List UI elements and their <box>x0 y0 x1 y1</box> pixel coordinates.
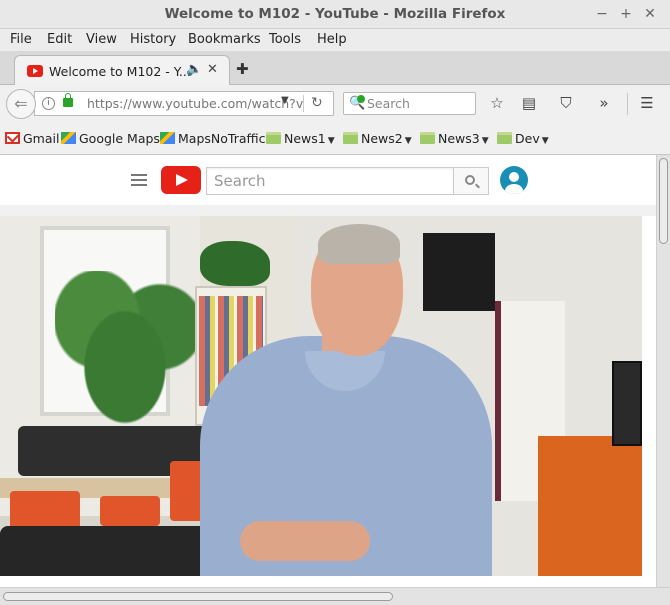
bookmark-label: Gmail <box>23 131 60 146</box>
folder-icon <box>497 132 512 144</box>
reload-icon[interactable]: ↻ <box>311 95 323 111</box>
bookmark-folder-news2[interactable]: News2 ▼ <box>343 131 412 146</box>
bookmark-label: Google Maps <box>79 131 160 146</box>
video-scene-foreground-sofa <box>0 526 210 576</box>
maximize-button[interactable]: + <box>617 5 635 23</box>
bookmark-label: Dev <box>515 131 540 146</box>
menu-bar: File Edit View History Bookmarks Tools H… <box>0 29 670 51</box>
new-tab-button[interactable]: ✚ <box>236 60 249 78</box>
page-content: Search <box>0 155 656 587</box>
pocket-icon[interactable]: ⛉ <box>556 94 576 112</box>
gmail-icon <box>5 132 20 144</box>
search-engine-icon: 🔍 <box>349 95 366 111</box>
tab-close-button[interactable]: ✕ <box>207 62 218 77</box>
video-scene-chair <box>100 496 160 526</box>
hamburger-menu-icon[interactable]: ☰ <box>637 94 657 112</box>
window-titlebar: Welcome to M102 - YouTube - Mozilla Fire… <box>0 0 670 29</box>
url-text[interactable]: https://www.youtube.com/watch?v <box>87 96 303 111</box>
back-button[interactable]: ⇐ <box>6 89 36 119</box>
video-scene-plant <box>55 271 195 431</box>
speaker-icon[interactable]: 🔈 <box>186 62 202 77</box>
bookmark-label: News3 <box>438 131 480 146</box>
bookmark-label: MapsNoTraffic <box>178 131 266 146</box>
video-scene-tv <box>423 233 495 311</box>
back-icon: ⇐ <box>14 94 28 113</box>
bookmark-gmail[interactable]: Gmail <box>5 131 59 146</box>
folder-icon <box>420 132 435 144</box>
youtube-search-button[interactable] <box>453 167 489 195</box>
reading-list-icon[interactable]: ▤ <box>519 94 539 112</box>
browser-search-input[interactable]: 🔍 Search <box>343 92 476 115</box>
youtube-logo-icon[interactable] <box>161 166 201 194</box>
chevron-down-icon: ▼ <box>327 136 335 146</box>
account-avatar-icon[interactable] <box>500 166 528 194</box>
url-bar[interactable]: i https://www.youtube.com/watch?v ▼ ↻ <box>34 91 334 116</box>
menu-edit[interactable]: Edit <box>47 32 72 47</box>
nav-bar: i https://www.youtube.com/watch?v ▼ ↻ ⇐ … <box>0 85 670 123</box>
menu-view[interactable]: View <box>86 32 117 47</box>
header-divider <box>0 205 656 216</box>
chevron-down-icon: ▼ <box>404 136 412 146</box>
youtube-favicon-icon <box>27 65 43 77</box>
menu-help[interactable]: Help <box>317 32 347 47</box>
maps-icon <box>160 132 175 144</box>
tab-youtube[interactable]: Welcome to M102 - Y... 🔈 ✕ <box>14 55 230 86</box>
video-scene-chair <box>10 491 80 531</box>
search-icon <box>465 175 475 185</box>
tab-title: Welcome to M102 - Y... <box>49 64 191 79</box>
bookmark-label: News1 <box>284 131 326 146</box>
bookmark-star-icon[interactable]: ☆ <box>487 94 507 112</box>
chevron-down-icon: ▼ <box>481 136 489 146</box>
maps-icon <box>61 132 76 144</box>
bookmark-folder-news3[interactable]: News3 ▼ <box>420 131 489 146</box>
bookmarks-bar: Gmail Google Maps MapsNoTraffic News1 ▼ N… <box>0 123 670 155</box>
overflow-icon[interactable]: » <box>594 94 614 112</box>
horizontal-scrollbar[interactable] <box>0 587 670 605</box>
lock-icon <box>63 93 73 107</box>
folder-icon <box>266 132 281 144</box>
bookmark-folder-news1[interactable]: News1 ▼ <box>266 131 335 146</box>
bookmark-label: News2 <box>361 131 403 146</box>
bookmark-google-maps[interactable]: Google Maps <box>61 131 160 146</box>
menu-file[interactable]: File <box>10 32 32 47</box>
menu-history[interactable]: History <box>130 32 176 47</box>
video-scene-presenter-hands <box>240 521 370 561</box>
bookmark-mapsnotraffic[interactable]: MapsNoTraffic <box>160 131 265 146</box>
youtube-search-input[interactable]: Search <box>206 167 454 195</box>
vertical-scrollbar[interactable] <box>656 155 670 587</box>
video-scene-cabinet <box>538 436 642 576</box>
minimize-button[interactable]: − <box>593 5 611 23</box>
video-scene-monitor <box>612 361 642 446</box>
dropdown-icon[interactable]: ▼ <box>281 95 289 106</box>
toolbar-separator <box>627 93 628 115</box>
vertical-scrollbar-thumb[interactable] <box>659 158 668 244</box>
bookmark-folder-dev[interactable]: Dev ▼ <box>497 131 549 146</box>
guide-menu-icon[interactable] <box>131 174 147 186</box>
tab-strip: Welcome to M102 - Y... 🔈 ✕ ✚ <box>0 51 670 86</box>
folder-icon <box>343 132 358 144</box>
chevron-down-icon: ▼ <box>541 136 549 146</box>
window-title: Welcome to M102 - YouTube - Mozilla Fire… <box>164 6 506 22</box>
close-window-button[interactable]: ✕ <box>641 5 659 23</box>
info-icon[interactable]: i <box>42 97 55 110</box>
video-scene-shelf-plant <box>200 241 270 286</box>
youtube-header: Search <box>0 155 656 205</box>
video-scene-presenter-hair <box>318 224 400 264</box>
video-player[interactable] <box>0 216 642 576</box>
menu-bookmarks[interactable]: Bookmarks <box>188 32 261 47</box>
menu-tools[interactable]: Tools <box>269 32 301 47</box>
browser-search-placeholder: Search <box>367 96 410 111</box>
horizontal-scrollbar-thumb[interactable] <box>3 592 393 601</box>
url-separator <box>303 95 304 112</box>
youtube-search-placeholder: Search <box>214 172 266 190</box>
